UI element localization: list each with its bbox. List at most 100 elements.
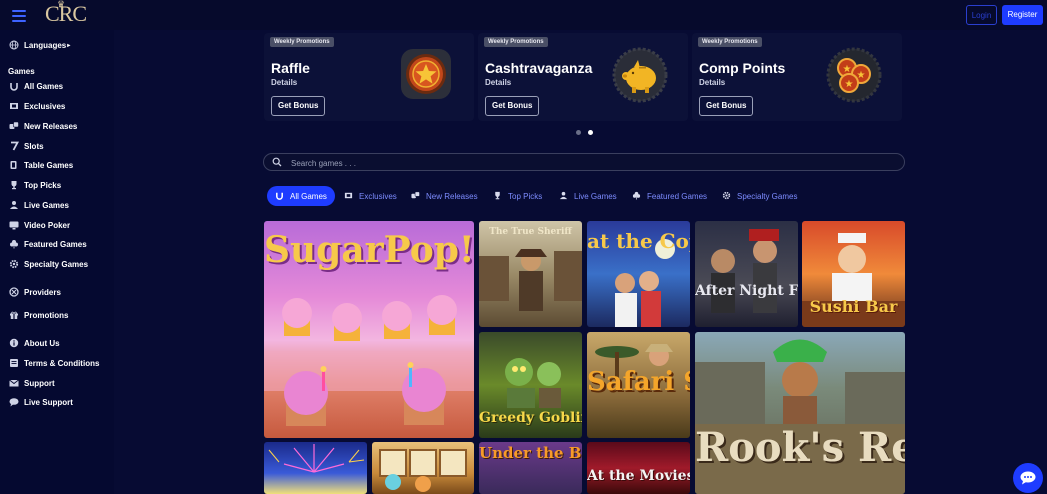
sidebar-item-new-releases[interactable]: New Releases — [8, 119, 77, 133]
sidebar-item-featured-games[interactable]: Featured Games — [8, 237, 87, 251]
caret-right-icon: ▸ — [67, 42, 71, 49]
game-tile-safari-sam[interactable]: Safari Sam — [587, 332, 690, 438]
mail-icon — [8, 378, 19, 389]
game-tile-sushi-bar[interactable]: Sushi Bar — [802, 221, 905, 327]
live-chat-button[interactable] — [1013, 463, 1043, 493]
sidebar-item-label: Video Poker — [24, 220, 71, 230]
menu-icon[interactable] — [12, 10, 26, 22]
providers-icon — [8, 287, 19, 298]
sidebar-item-label: About Us — [24, 338, 60, 348]
horseshoe-icon — [275, 191, 284, 202]
tab-label: Exclusives — [359, 191, 397, 201]
piggy-bank-icon — [612, 47, 668, 108]
sidebar-item-slots[interactable]: Slots — [8, 139, 44, 153]
sidebar-item-label: Exclusives — [24, 101, 66, 111]
sidebar-item-label: Featured Games — [24, 239, 87, 249]
sidebar-item-promotions[interactable]: Promotions — [8, 308, 68, 322]
sidebar: Languages ▸ Games All Games Exclusives N… — [0, 30, 114, 494]
get-bonus-button[interactable]: Get Bonus — [485, 96, 540, 116]
top-bar: ♛ CRC Login Register — [0, 0, 1047, 30]
promo-card-cashtravaganza: Weekly Promotions Cashtravaganza Details… — [478, 33, 688, 121]
sidebar-item-live-support[interactable]: Live Support — [8, 395, 73, 409]
tab-new-releases[interactable]: New Releases — [411, 186, 478, 206]
promo-title: Cashtravaganza — [485, 60, 593, 76]
coins-icon: ★ ★ ★ — [826, 47, 882, 108]
tab-live-games[interactable]: Live Games — [559, 186, 617, 206]
sidebar-item-label: Support — [24, 378, 55, 388]
promo-details-link[interactable]: Details — [699, 78, 725, 87]
search-input[interactable] — [289, 154, 893, 172]
sidebar-item-video-poker[interactable]: Video Poker — [8, 218, 70, 232]
game-tile-greedy-goblins[interactable]: Greedy Goblins — [479, 332, 582, 438]
sidebar-item-label: All Games — [24, 81, 64, 91]
game-tile-at-the-movies[interactable]: At the Movies — [587, 442, 690, 494]
night-falls-art — [711, 229, 779, 313]
game-tile-slot-machine[interactable] — [372, 442, 474, 494]
carousel-dot-1[interactable] — [576, 130, 581, 135]
sidebar-item-label: Top Picks — [24, 180, 62, 190]
get-bonus-button[interactable]: Get Bonus — [699, 96, 754, 116]
site-logo[interactable]: CRC — [45, 1, 87, 27]
search-icon — [272, 157, 282, 167]
sidebar-item-live-games[interactable]: Live Games — [8, 198, 69, 212]
trophy-icon — [8, 180, 19, 191]
game-title: at the Copa — [587, 229, 690, 253]
game-tile-rooks-revenge[interactable]: Rook's Revenge — [695, 332, 905, 494]
tab-all-games[interactable]: All Games — [267, 186, 335, 206]
sidebar-item-label: Promotions — [24, 310, 69, 320]
game-tile-fireworks[interactable] — [264, 442, 367, 494]
promo-card-comp-points: Weekly Promotions Comp Points Details Ge… — [692, 33, 902, 121]
game-title: Greedy Goblins — [479, 410, 582, 426]
game-title: The True Sheriff — [489, 227, 572, 237]
sidebar-item-top-picks[interactable]: Top Picks — [8, 178, 61, 192]
dice-icon — [8, 121, 19, 132]
register-button[interactable]: Register — [1002, 5, 1043, 25]
game-title: SugarPop! — [264, 229, 474, 271]
game-tile-true-sheriff[interactable]: The True Sheriff — [479, 221, 582, 327]
sidebar-item-all-games[interactable]: All Games — [8, 79, 63, 93]
seven-icon — [8, 141, 19, 152]
sidebar-item-table-games[interactable]: Table Games — [8, 158, 73, 172]
tab-specialty-games[interactable]: Specialty Games — [722, 186, 797, 206]
tab-exclusives[interactable]: Exclusives — [344, 186, 397, 206]
game-title: Under the Bed — [479, 444, 582, 462]
svg-text:★: ★ — [843, 64, 852, 75]
promo-details-link[interactable]: Details — [485, 78, 511, 87]
languages-menu[interactable]: Languages ▸ — [8, 38, 70, 52]
games-heading: Games — [8, 67, 35, 76]
sidebar-item-about-us[interactable]: About Us — [8, 336, 60, 350]
promo-details-link[interactable]: Details — [271, 78, 297, 87]
dealer-icon — [559, 191, 568, 202]
info-icon — [8, 338, 19, 349]
sidebar-item-specialty-games[interactable]: Specialty Games — [8, 257, 88, 271]
sidebar-item-support[interactable]: Support — [8, 376, 55, 390]
sidebar-item-providers[interactable]: Providers — [8, 285, 61, 299]
login-button[interactable]: Login — [966, 5, 997, 25]
game-tile-after-night-falls[interactable]: After Night Falls — [695, 221, 798, 327]
get-bonus-button[interactable]: Get Bonus — [271, 96, 326, 116]
tab-label: All Games — [290, 191, 327, 201]
game-title: Sushi Bar — [809, 297, 898, 316]
document-icon — [8, 358, 19, 369]
tab-featured-games[interactable]: Featured Games — [632, 186, 707, 206]
promo-title: Raffle — [271, 60, 310, 76]
sidebar-item-label: Slots — [24, 141, 44, 151]
game-title: At the Movies — [587, 468, 690, 484]
sidebar-item-label: Table Games — [24, 160, 74, 170]
game-tile-under-the-bed[interactable]: Under the Bed — [479, 442, 582, 494]
sidebar-item-terms[interactable]: Terms & Conditions — [8, 356, 99, 370]
tab-label: Live Games — [574, 191, 617, 201]
star-token-icon — [398, 46, 454, 107]
game-tile-at-the-copa[interactable]: at the Copa — [587, 221, 690, 327]
carousel-dot-2[interactable] — [588, 130, 593, 135]
promo-tag: Weekly Promotions — [270, 37, 334, 47]
video-poker-icon — [8, 220, 19, 231]
slot-machine-art — [379, 449, 467, 492]
sidebar-item-label: New Releases — [24, 121, 78, 131]
globe-icon — [8, 40, 19, 51]
tab-top-picks[interactable]: Top Picks — [493, 186, 542, 206]
clover-icon — [8, 239, 19, 250]
sidebar-item-exclusives[interactable]: Exclusives — [8, 99, 65, 113]
languages-label: Languages — [24, 40, 67, 50]
game-tile-sugarpop[interactable]: SugarPop! — [264, 221, 474, 438]
